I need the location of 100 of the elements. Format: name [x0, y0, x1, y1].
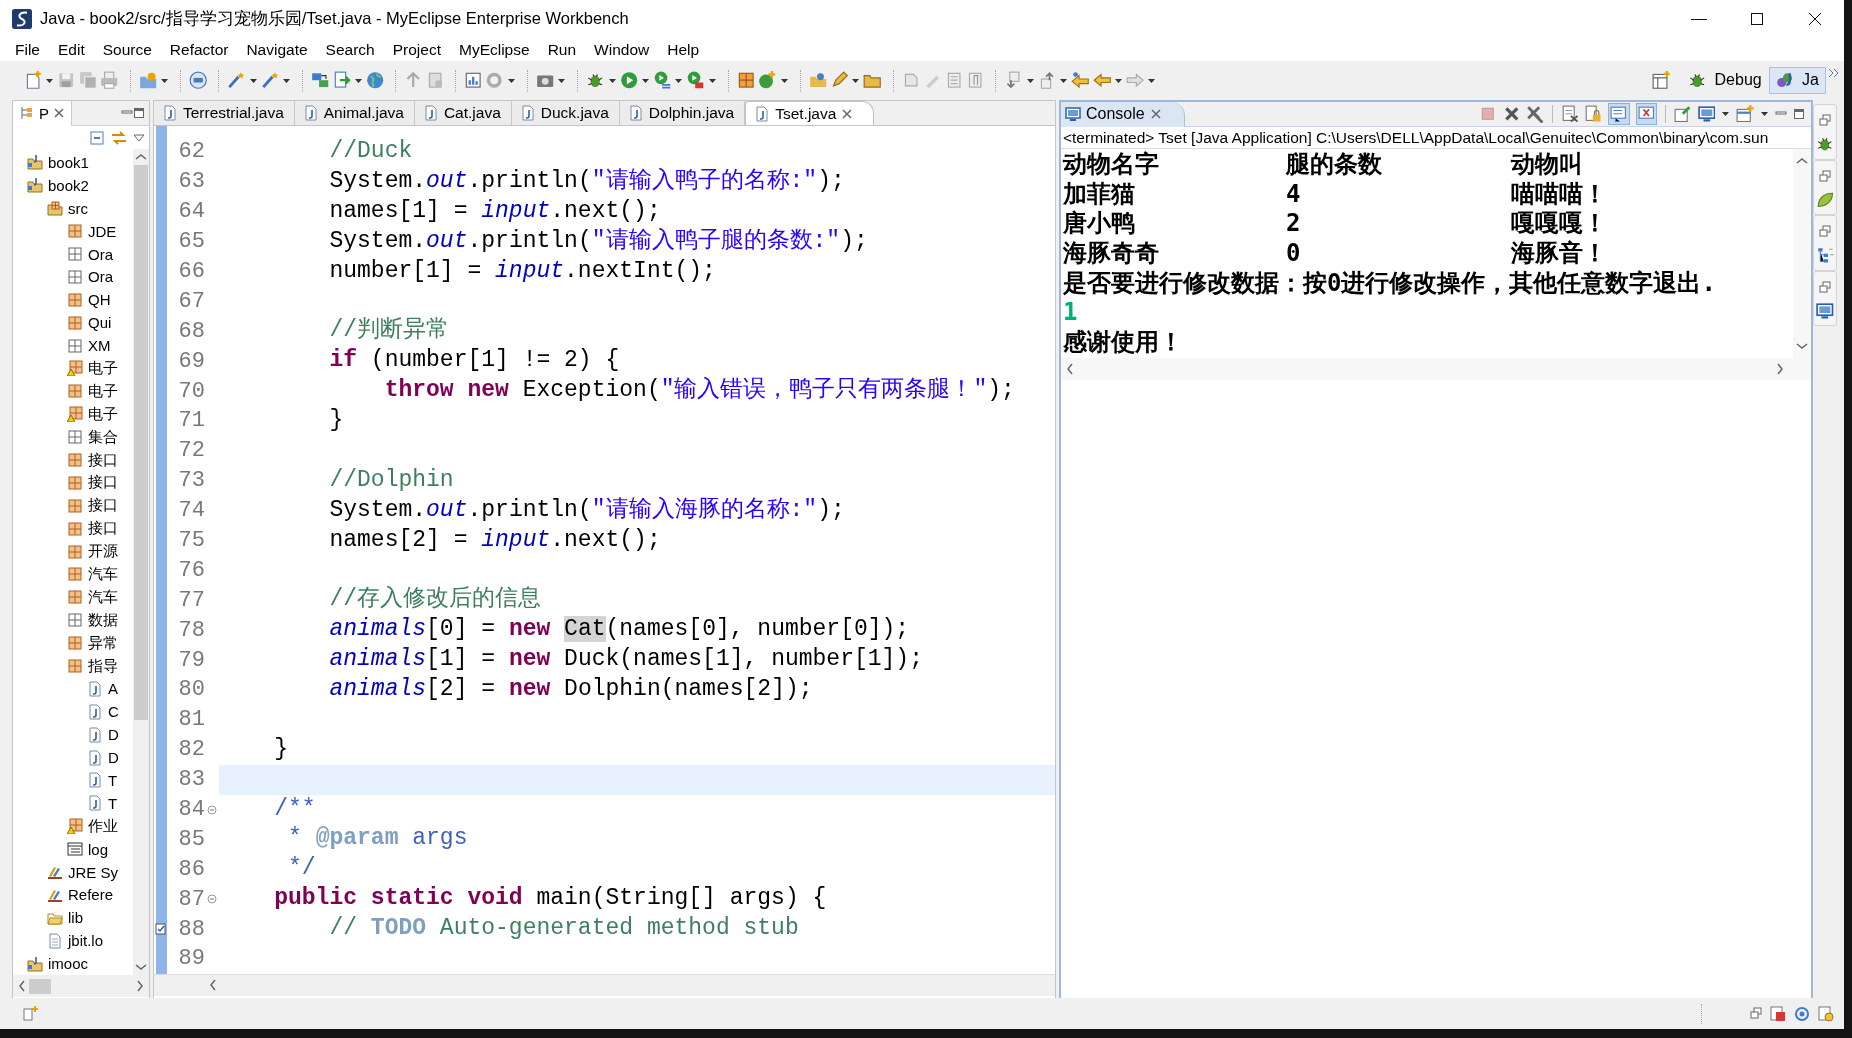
tree-item[interactable]: 数据: [13, 608, 133, 632]
menu-item[interactable]: Run: [538, 40, 586, 59]
menu-item[interactable]: File: [6, 40, 49, 59]
menu-item[interactable]: Search: [316, 40, 384, 59]
tree-item[interactable]: D: [13, 746, 133, 770]
monitor-icon[interactable]: [1816, 301, 1834, 320]
deploy-icon[interactable]: [332, 71, 351, 90]
editor-tab[interactable]: Terrestrial.java: [154, 101, 295, 125]
editor-tab[interactable]: Dolphin.java: [619, 101, 746, 125]
pin-icon[interactable]: [1674, 105, 1692, 123]
restore-icon[interactable]: [1750, 1005, 1762, 1022]
tree-item[interactable]: A: [13, 677, 133, 701]
restore-icon[interactable]: [1819, 168, 1831, 185]
menu-item[interactable]: MyEclipse: [450, 40, 539, 59]
scrollbar[interactable]: [133, 149, 149, 976]
tree-item[interactable]: 接口: [13, 494, 133, 518]
tree-item[interactable]: Refere: [13, 883, 133, 907]
tree-item[interactable]: 接口: [13, 448, 133, 472]
coverage-icon[interactable]: [653, 71, 672, 90]
menu-item[interactable]: Source: [93, 40, 161, 59]
wand-icon[interactable]: [260, 71, 280, 90]
tree-item[interactable]: log: [13, 837, 133, 861]
menu-item[interactable]: Help: [658, 40, 709, 59]
scrollbar-thumb[interactable]: [29, 978, 51, 994]
tree-item[interactable]: 电子: [13, 357, 133, 380]
more-icon[interactable]: [1828, 67, 1840, 79]
scrollbar[interactable]: [1793, 149, 1811, 358]
back-arrow-icon[interactable]: [1092, 71, 1111, 90]
grid-icon[interactable]: [736, 71, 756, 90]
monitor-icon[interactable]: [1697, 105, 1716, 123]
deploy-icon[interactable]: [311, 71, 330, 90]
tree-item[interactable]: 汽车: [13, 563, 133, 586]
new-console-icon[interactable]: [1736, 105, 1754, 123]
editor-tab[interactable]: Animal.java: [294, 101, 415, 125]
tree-item[interactable]: XM: [13, 334, 133, 357]
tree-item[interactable]: Qui: [13, 311, 133, 335]
tool-icon[interactable]: [686, 71, 705, 90]
editor-tab[interactable]: Duck.java: [511, 101, 620, 125]
tree-item[interactable]: 异常: [13, 631, 133, 655]
tree-item[interactable]: QH: [13, 288, 133, 312]
tree-item[interactable]: 汽车: [13, 585, 133, 609]
editor-tab[interactable]: Tset.java: [745, 101, 875, 125]
down-arrow-icon[interactable]: [1004, 71, 1023, 90]
tree-item[interactable]: src: [13, 196, 133, 220]
tree-item[interactable]: 接口: [13, 517, 133, 541]
view-tab[interactable]: P: [13, 101, 72, 126]
lock-icon[interactable]: [1584, 105, 1603, 123]
back-arrow-icon[interactable]: [1071, 71, 1090, 90]
pen-icon[interactable]: [830, 71, 849, 90]
remove-all-icon[interactable]: [1526, 105, 1544, 123]
new-file-icon[interactable]: [24, 71, 43, 90]
tree-item[interactable]: 接口: [13, 471, 133, 495]
tree-item[interactable]: Ora: [13, 242, 133, 266]
toggle-button[interactable]: [1635, 103, 1658, 125]
tree-item[interactable]: book2: [13, 173, 133, 197]
collapse-all-icon[interactable]: [89, 129, 105, 146]
tree-item[interactable]: 开源: [13, 540, 133, 564]
menu-item[interactable]: Refactor: [160, 40, 238, 59]
at-sign-icon[interactable]: [1794, 1005, 1810, 1022]
tree-item[interactable]: book1: [13, 151, 133, 174]
toggle-button[interactable]: [1608, 103, 1630, 125]
link-icon[interactable]: [111, 129, 127, 146]
maximize-icon[interactable]: [133, 105, 145, 121]
perspective-button[interactable]: Debug: [1681, 67, 1769, 94]
tree-item[interactable]: Ora: [13, 265, 133, 289]
tree-item[interactable]: JDE: [13, 219, 133, 243]
remove-icon[interactable]: [1502, 105, 1521, 123]
menu-item[interactable]: Project: [383, 40, 450, 59]
print-icon[interactable]: [100, 71, 119, 90]
server-icon[interactable]: [188, 71, 208, 90]
task-page-icon[interactable]: [1818, 1005, 1834, 1022]
tree-item[interactable]: C: [13, 700, 133, 724]
tree-item[interactable]: T: [13, 791, 133, 815]
tree-item[interactable]: 集合: [13, 425, 133, 449]
editor-tab[interactable]: Cat.java: [414, 101, 512, 125]
tree-item[interactable]: T: [13, 769, 133, 792]
chart-icon[interactable]: [464, 71, 483, 90]
folder-icon[interactable]: [808, 71, 827, 90]
window-plus-icon[interactable]: [1651, 71, 1671, 90]
scrollbar[interactable]: [154, 973, 1055, 996]
perspective-button[interactable]: Ja: [1768, 67, 1826, 94]
scrollbar[interactable]: [13, 975, 149, 998]
tree-item[interactable]: jbit.lo: [13, 929, 133, 953]
restore-icon[interactable]: [1819, 113, 1831, 129]
view-tab[interactable]: Console: [1061, 102, 1185, 127]
restore-icon[interactable]: [1819, 279, 1831, 296]
menu-item[interactable]: Window: [585, 40, 659, 59]
error-icon[interactable]: [1770, 1005, 1786, 1022]
leaf-icon[interactable]: [1816, 190, 1834, 209]
tree-item[interactable]: 电子: [13, 402, 133, 426]
tree-item[interactable]: D: [13, 723, 133, 747]
tree-item[interactable]: 指导: [13, 654, 133, 678]
clear-icon[interactable]: [1560, 105, 1579, 123]
scrollbar-thumb[interactable]: [134, 165, 148, 720]
tree-item[interactable]: JRE Sy: [13, 860, 133, 884]
menu-item[interactable]: Edit: [49, 40, 94, 59]
wand-icon[interactable]: [227, 71, 246, 90]
tree-item[interactable]: 电子: [13, 379, 133, 403]
outline-icon[interactable]: [1816, 246, 1834, 264]
scrollbar[interactable]: [1061, 357, 1811, 380]
